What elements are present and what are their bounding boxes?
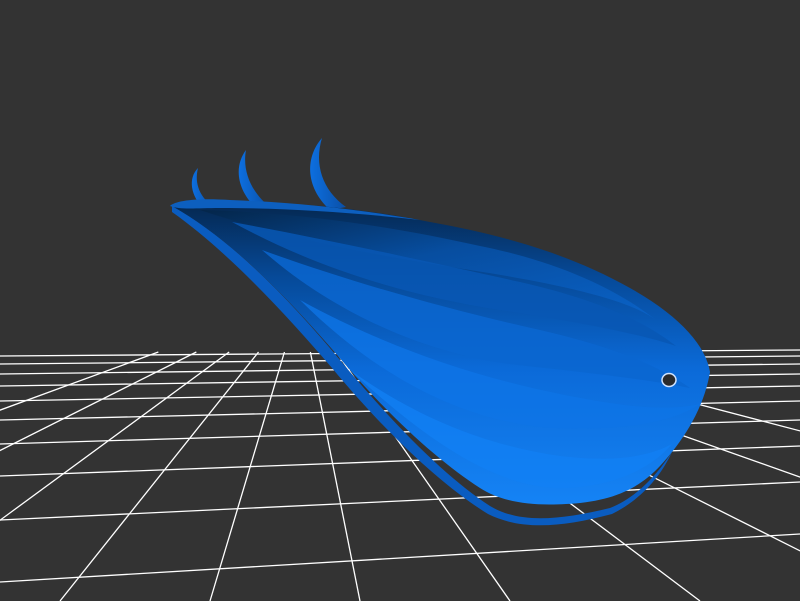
viewport-canvas[interactable] bbox=[0, 0, 800, 601]
3d-viewport[interactable] bbox=[0, 0, 800, 601]
hole-icon bbox=[661, 372, 677, 388]
